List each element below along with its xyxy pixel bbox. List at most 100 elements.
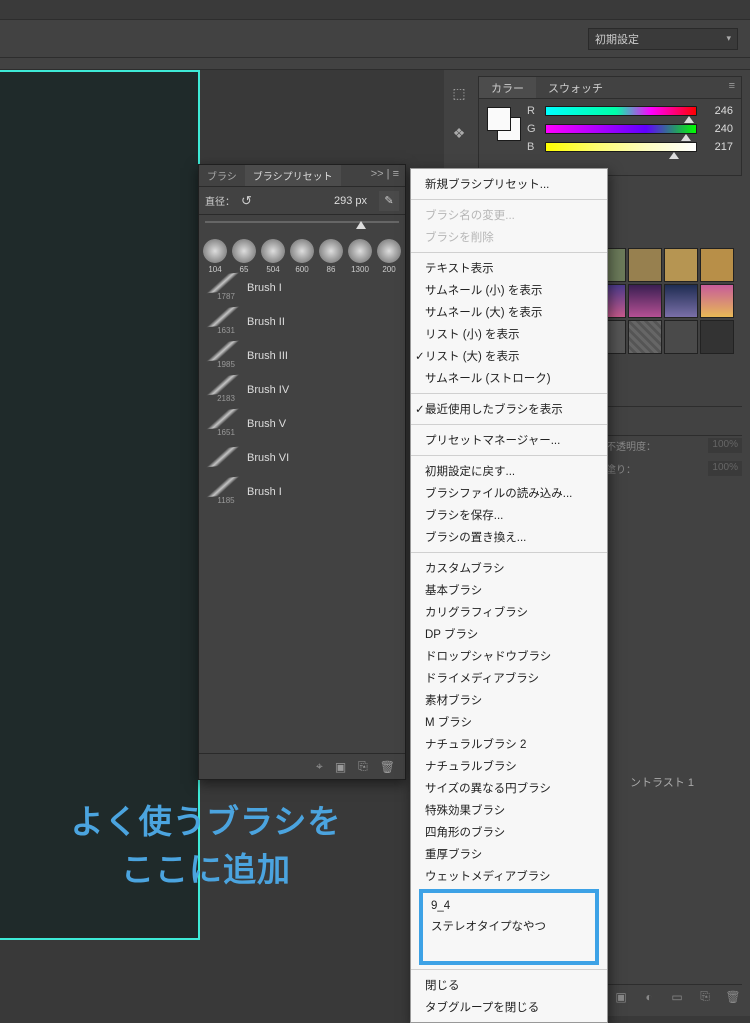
swatches-icon[interactable]: ❖ — [448, 122, 470, 144]
fill-label: 塗り： — [606, 461, 636, 476]
brush-thumb[interactable]: 65 — [230, 239, 258, 274]
menu-item[interactable]: ステレオタイプなやつ — [425, 915, 593, 937]
menu-item[interactable]: 新規ブラシプリセット... — [411, 173, 607, 195]
menu-item[interactable]: ドロップシャドウブラシ — [411, 645, 607, 667]
options-bar — [0, 58, 750, 70]
brush-list-row[interactable]: 1185Brush I — [199, 475, 405, 509]
r-value: 246 — [703, 105, 733, 117]
menu-item[interactable]: ウェットメディアブラシ — [411, 865, 607, 887]
workspace-preset-dropdown[interactable]: 初期設定 ▾ — [588, 28, 738, 50]
brush-list-row[interactable]: 1631Brush II — [199, 305, 405, 339]
menu-item[interactable]: 四角形のブラシ — [411, 821, 607, 843]
swatch-cell[interactable] — [628, 248, 662, 282]
swatch-cell[interactable] — [664, 248, 698, 282]
histogram-icon[interactable]: ⬚ — [448, 82, 470, 104]
swatch-cell[interactable] — [700, 284, 734, 318]
foreground-background-swatch[interactable] — [487, 107, 521, 141]
menu-item[interactable]: テキスト表示 — [411, 257, 607, 279]
swatch-cell[interactable] — [664, 320, 698, 354]
menu-item: ブラシ名の変更... — [411, 204, 607, 226]
menu-item[interactable]: リスト (小) を表示 — [411, 323, 607, 345]
menu-item[interactable]: 素材ブラシ — [411, 689, 607, 711]
brush-thumb[interactable]: 86 — [317, 239, 345, 274]
brush-list-row[interactable]: 1787Brush I — [199, 271, 405, 305]
opacity-value[interactable]: 100% — [708, 438, 742, 453]
tab-brush-preset[interactable]: ブラシプリセット — [245, 165, 341, 186]
color-panel: カラー スウォッチ ≡ R 246 G 240 — [478, 76, 742, 176]
tab-color[interactable]: カラー — [479, 77, 536, 98]
brush-thumb[interactable]: 600 — [288, 239, 316, 274]
menu-separator — [411, 199, 607, 200]
menu-item[interactable]: サムネール (ストローク) — [411, 367, 607, 389]
menu-item[interactable]: サイズの異なる円ブラシ — [411, 777, 607, 799]
brush-preset-list: 1787Brush I1631Brush II1985Brush III2183… — [199, 271, 405, 751]
menu-item[interactable]: 重厚ブラシ — [411, 843, 607, 865]
brush-list-row[interactable]: 1985Brush III — [199, 339, 405, 373]
menu-item[interactable]: ブラシファイルの読み込み... — [411, 482, 607, 504]
swatch-cell[interactable] — [664, 284, 698, 318]
adjustment-icon[interactable]: ◐ — [640, 990, 658, 1004]
swatch-cell[interactable] — [700, 248, 734, 282]
fill-value[interactable]: 100% — [708, 461, 742, 476]
g-slider[interactable] — [545, 124, 697, 134]
annotation-line1: よく使うブラシを — [16, 798, 396, 846]
menu-item[interactable]: 基本ブラシ — [411, 579, 607, 601]
brush-list-row[interactable]: Brush VI — [199, 441, 405, 475]
brush-settings-icon[interactable]: ✎ — [379, 191, 399, 211]
brush-thumb[interactable]: 104 — [201, 239, 229, 274]
brush-size-value[interactable]: 293 px — [334, 195, 367, 207]
brush-dynamics-icon[interactable]: ⌖ — [316, 759, 323, 774]
tab-brush[interactable]: ブラシ — [199, 165, 245, 186]
new-preset-icon[interactable]: ⎘ — [358, 759, 368, 774]
menu-item[interactable]: ブラシの置き換え... — [411, 526, 607, 548]
menu-item[interactable]: DP ブラシ — [411, 623, 607, 645]
menu-item[interactable]: 閉じる — [411, 974, 607, 996]
menu-separator — [411, 424, 607, 425]
reset-size-icon[interactable]: ↺ — [241, 193, 252, 209]
menu-item[interactable]: タブグループを閉じる — [411, 996, 607, 1018]
g-label: G — [527, 123, 539, 135]
menu-item[interactable]: M ブラシ — [411, 711, 607, 733]
tab-swatches[interactable]: スウォッチ — [536, 77, 615, 98]
annotation-text: よく使うブラシを ここに追加 — [16, 798, 396, 894]
menu-item[interactable]: ✓リスト (大) を表示 — [411, 345, 607, 367]
menu-item[interactable]: ✓最近使用したブラシを表示 — [411, 398, 607, 420]
menu-item[interactable]: ナチュラルブラシ — [411, 755, 607, 777]
save-preset-icon[interactable]: ▣ — [335, 760, 346, 774]
menu-item[interactable]: 9_4 — [425, 897, 593, 915]
b-slider[interactable] — [545, 142, 697, 152]
brush-thumb[interactable]: 200 — [375, 239, 403, 274]
g-value: 240 — [703, 123, 733, 135]
brush-list-row[interactable]: 1651Brush V — [199, 407, 405, 441]
swatch-cell[interactable] — [628, 284, 662, 318]
brush-list-row[interactable]: 2183Brush IV — [199, 373, 405, 407]
brush-size-slider[interactable] — [199, 221, 405, 235]
menu-item[interactable]: プリセットマネージャー... — [411, 429, 607, 451]
menu-item[interactable]: ナチュラルブラシ 2 — [411, 733, 607, 755]
delete-preset-icon[interactable]: 🗑 — [380, 760, 395, 774]
panel-menu-icon[interactable]: ≡ — [723, 77, 741, 98]
trash-icon[interactable]: 🗑 — [724, 990, 742, 1004]
menu-item[interactable]: カスタムブラシ — [411, 557, 607, 579]
r-label: R — [527, 105, 539, 117]
group-icon[interactable]: ▭ — [668, 990, 686, 1004]
swatch-cell[interactable] — [628, 320, 662, 354]
swatch-cell[interactable] — [700, 320, 734, 354]
brush-size-label: 直径： — [205, 193, 235, 208]
new-layer-icon[interactable]: ⎘ — [696, 989, 714, 1004]
menu-item[interactable]: サムネール (小) を表示 — [411, 279, 607, 301]
b-label: B — [527, 141, 539, 153]
menu-item[interactable]: 初期設定に戻す... — [411, 460, 607, 482]
menu-item[interactable]: ブラシを保存... — [411, 504, 607, 526]
annotation-line2: ここに追加 — [16, 846, 396, 894]
menu-item[interactable]: サムネール (大) を表示 — [411, 301, 607, 323]
mask-icon[interactable]: ▣ — [612, 990, 630, 1004]
panel-overflow-icon[interactable]: >> | ≡ — [365, 165, 405, 186]
menu-item[interactable]: カリグラフィブラシ — [411, 601, 607, 623]
brush-thumb[interactable]: 1300 — [346, 239, 374, 274]
menu-item[interactable]: ドライメディアブラシ — [411, 667, 607, 689]
brush-thumb[interactable]: 504 — [259, 239, 287, 274]
opacity-label: 不透明度： — [606, 438, 656, 453]
menu-item[interactable]: 特殊効果ブラシ — [411, 799, 607, 821]
r-slider[interactable] — [545, 106, 697, 116]
